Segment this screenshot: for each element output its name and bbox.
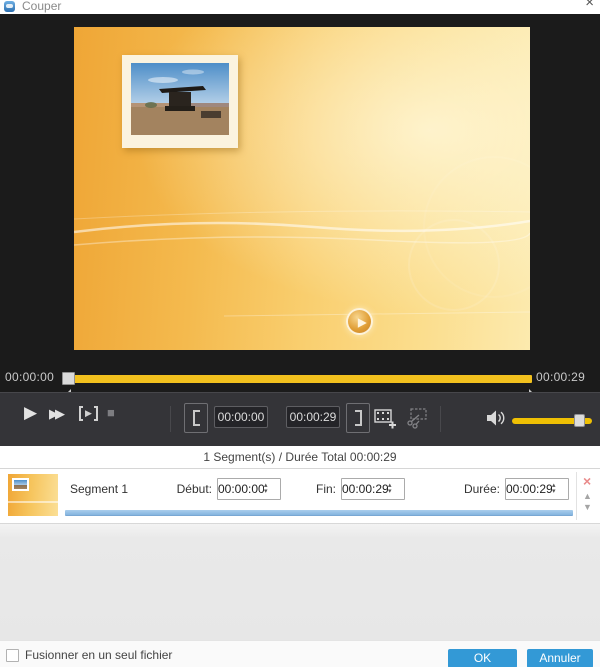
spinner-arrows-icon[interactable]: ▴▾ xyxy=(264,483,268,495)
spinner-arrows-icon[interactable]: ▴▾ xyxy=(388,483,392,495)
row-divider xyxy=(576,472,577,520)
start-time-display[interactable] xyxy=(214,406,268,428)
ok-button[interactable]: OK xyxy=(448,649,517,667)
duration-field-label: Durée: xyxy=(452,482,500,496)
move-up-icon[interactable]: ▲ xyxy=(583,491,592,501)
move-down-icon[interactable]: ▼ xyxy=(583,502,592,512)
segment-start-spinner[interactable]: ▴▾ xyxy=(217,478,281,500)
end-time-display[interactable] xyxy=(286,406,340,428)
speaker-icon[interactable] xyxy=(486,409,506,432)
segment-row[interactable]: Segment 1 Début: ▴▾ Fin: ▴▾ Durée: ▴▾ × … xyxy=(0,469,600,523)
merge-checkbox[interactable] xyxy=(6,649,19,662)
stop-icon[interactable]: ■ xyxy=(107,405,115,420)
dialog-footer: Fusionner en un seul fichier OK Annuler xyxy=(0,640,600,667)
segment-end-spinner[interactable]: ▴▾ xyxy=(341,478,405,500)
spinner-arrows-icon[interactable]: ▴▾ xyxy=(552,483,556,495)
toolbar-separator xyxy=(440,406,441,432)
seek-handle[interactable] xyxy=(62,372,75,385)
video-play-badge xyxy=(346,308,373,335)
seek-bar[interactable] xyxy=(64,375,532,383)
segment-thumbnail xyxy=(8,474,58,516)
segment-range-bar[interactable] xyxy=(65,510,573,516)
segment-duration-input[interactable] xyxy=(506,482,552,496)
dialog-title: Couper xyxy=(22,0,61,14)
add-segment-icon[interactable] xyxy=(374,407,396,434)
set-end-point-button[interactable] xyxy=(346,403,370,433)
app-icon xyxy=(4,1,15,12)
cancel-button[interactable]: Annuler xyxy=(527,649,593,667)
segment-start-input[interactable] xyxy=(218,482,264,496)
player-area: 00:00:00 00:00:29 xyxy=(0,14,600,392)
merge-checkbox-label[interactable]: Fusionner en un seul fichier xyxy=(25,648,172,662)
play-icon[interactable]: ▶ xyxy=(24,403,37,423)
polaroid-photo xyxy=(122,55,238,148)
volume-handle[interactable] xyxy=(574,414,585,427)
play-segment-icon[interactable]: ▶ xyxy=(79,405,98,422)
cut-dialog: Couper × xyxy=(0,0,600,667)
segment-end-input[interactable] xyxy=(342,482,388,496)
end-field-label: Fin: xyxy=(300,482,336,496)
segment-duration-spinner[interactable]: ▴▾ xyxy=(505,478,569,500)
delete-segment-icon[interactable]: × xyxy=(583,473,591,489)
fast-forward-icon[interactable]: ▶▶ xyxy=(49,406,75,422)
timeline-start-time: 00:00:00 xyxy=(5,370,54,384)
playback-toolbar: ▶ ▶▶ ▶ ■ xyxy=(0,392,600,446)
set-start-point-button[interactable] xyxy=(184,403,208,433)
timeline-end-time: 00:00:29 xyxy=(536,370,585,384)
segment-name: Segment 1 xyxy=(70,482,128,496)
segment-list-empty-area xyxy=(0,523,600,640)
toolbar-separator xyxy=(170,406,171,432)
segment-summary: 1 Segment(s) / Durée Total 00:00:29 xyxy=(0,446,600,469)
start-field-label: Début: xyxy=(160,482,212,496)
close-icon[interactable]: × xyxy=(585,0,594,12)
split-segment-icon[interactable] xyxy=(406,407,428,434)
titlebar: Couper × xyxy=(0,0,600,14)
video-preview[interactable] xyxy=(74,27,530,350)
